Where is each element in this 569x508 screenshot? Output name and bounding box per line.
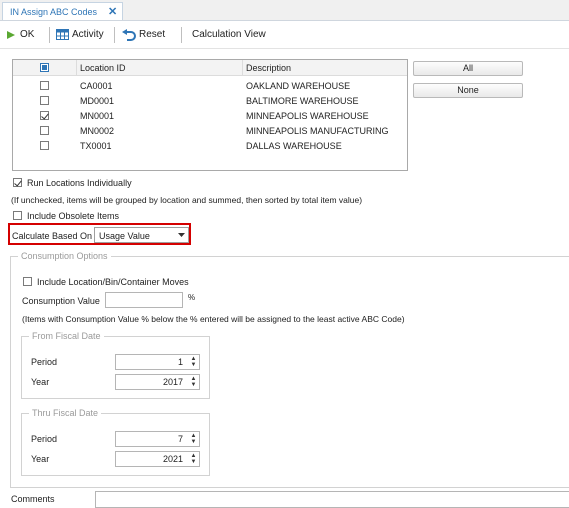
chevron-down-icon [178, 233, 185, 237]
from-year-label: Year [31, 377, 50, 387]
toolbar-separator [49, 27, 50, 43]
tab-label: IN Assign ABC Codes [10, 7, 98, 17]
column-header-description[interactable]: Description [246, 63, 291, 73]
reset-label: Reset [139, 29, 166, 40]
row-select-checkbox[interactable] [40, 141, 49, 150]
location-id-cell: MN0001 [80, 111, 115, 121]
table-row[interactable]: TX0001 DALLAS WAREHOUSE [13, 139, 407, 153]
include-moves-label: Include Location/Bin/Container Moves [37, 277, 189, 287]
grid-header: Location ID Description [13, 60, 407, 76]
calculate-based-on-label: Calculate Based On [12, 231, 93, 241]
from-period-stepper[interactable]: 1 ▲ ▼ [115, 354, 200, 370]
description-cell: BALTIMORE WAREHOUSE [246, 96, 359, 106]
table-row[interactable]: MD0001 BALTIMORE WAREHOUSE [13, 94, 407, 108]
table-row[interactable]: CA0001 OAKLAND WAREHOUSE [13, 79, 407, 93]
run-locations-individually-label: Run Locations Individually [27, 178, 132, 188]
location-grid[interactable]: Location ID Description CA0001 OAKLAND WA… [12, 59, 408, 171]
description-cell: OAKLAND WAREHOUSE [246, 81, 351, 91]
consumption-value-label: Consumption Value [22, 296, 100, 306]
table-row[interactable]: MN0001 MINNEAPOLIS WAREHOUSE [13, 109, 407, 123]
column-divider [76, 60, 77, 75]
thru-period-value: 7 [177, 434, 183, 444]
comments-label: Comments [11, 494, 55, 504]
all-button[interactable]: All [413, 61, 523, 76]
spinner-arrows-icon[interactable]: ▲ ▼ [190, 376, 197, 388]
calculation-view-button[interactable]: Calculation View [192, 21, 266, 48]
toolbar-separator [114, 27, 115, 43]
undo-icon [122, 28, 136, 41]
spinner-arrows-icon[interactable]: ▲ ▼ [190, 356, 197, 368]
row-select-checkbox[interactable] [40, 111, 49, 120]
thru-year-stepper[interactable]: 2021 ▲ ▼ [115, 451, 200, 467]
ok-button[interactable]: OK [6, 21, 34, 48]
from-year-value: 2017 [162, 377, 183, 387]
column-header-location-id[interactable]: Location ID [80, 63, 126, 73]
from-period-label: Period [31, 357, 58, 367]
spinner-arrows-icon[interactable]: ▲ ▼ [190, 453, 197, 465]
thru-period-stepper[interactable]: 7 ▲ ▼ [115, 431, 200, 447]
include-moves-checkbox[interactable] [23, 277, 32, 286]
ok-label: OK [20, 29, 35, 40]
run-locations-individually-checkbox[interactable] [13, 178, 22, 187]
description-cell: MINNEAPOLIS WAREHOUSE [246, 111, 369, 121]
location-id-cell: MN0002 [80, 126, 115, 136]
location-id-cell: MD0001 [80, 96, 115, 106]
select-all-checkbox[interactable] [40, 63, 49, 72]
include-obsolete-items-label: Include Obsolete Items [27, 211, 120, 221]
calculate-based-on-value: Usage Value [99, 231, 150, 241]
percent-sign: % [188, 293, 196, 302]
toolbar-separator [181, 27, 182, 43]
thru-year-label: Year [31, 454, 50, 464]
consumption-options-title: Consumption Options [18, 251, 111, 261]
thru-period-label: Period [31, 434, 58, 444]
run-locations-hint: (If unchecked, items will be grouped by … [11, 195, 363, 205]
activity-label: Activity [72, 29, 104, 40]
tab-strip: IN Assign ABC Codes ✕ [0, 0, 569, 21]
row-select-checkbox[interactable] [40, 81, 49, 90]
grid-icon [56, 29, 69, 40]
reset-button[interactable]: Reset [122, 21, 165, 48]
location-id-cell: CA0001 [80, 81, 113, 91]
play-icon [7, 30, 15, 39]
table-row[interactable]: MN0002 MINNEAPOLIS MANUFACTURING [13, 124, 407, 138]
close-icon[interactable]: ✕ [108, 5, 117, 18]
spinner-arrows-icon[interactable]: ▲ ▼ [190, 433, 197, 445]
from-year-stepper[interactable]: 2017 ▲ ▼ [115, 374, 200, 390]
tab-in-assign-abc-codes[interactable]: IN Assign ABC Codes ✕ [2, 2, 123, 20]
none-button[interactable]: None [413, 83, 523, 98]
calculation-view-label: Calculation View [192, 29, 266, 40]
location-id-cell: TX0001 [80, 141, 112, 151]
activity-button[interactable]: Activity [56, 21, 104, 48]
thru-fiscal-date-title: Thru Fiscal Date [29, 408, 102, 418]
calculate-based-on-select[interactable]: Usage Value [94, 227, 189, 243]
description-cell: MINNEAPOLIS MANUFACTURING [246, 126, 389, 136]
consumption-hint: (Items with Consumption Value % below th… [22, 314, 405, 324]
thru-year-value: 2021 [162, 454, 183, 464]
description-cell: DALLAS WAREHOUSE [246, 141, 342, 151]
comments-field[interactable] [95, 491, 569, 508]
toolbar: OK Activity Reset Calculation View [0, 21, 569, 49]
row-select-checkbox[interactable] [40, 126, 49, 135]
include-obsolete-items-checkbox[interactable] [13, 211, 22, 220]
row-select-checkbox[interactable] [40, 96, 49, 105]
consumption-value-field[interactable] [105, 292, 183, 308]
from-period-value: 1 [177, 357, 183, 367]
from-fiscal-date-title: From Fiscal Date [29, 331, 104, 341]
column-divider [242, 60, 243, 75]
